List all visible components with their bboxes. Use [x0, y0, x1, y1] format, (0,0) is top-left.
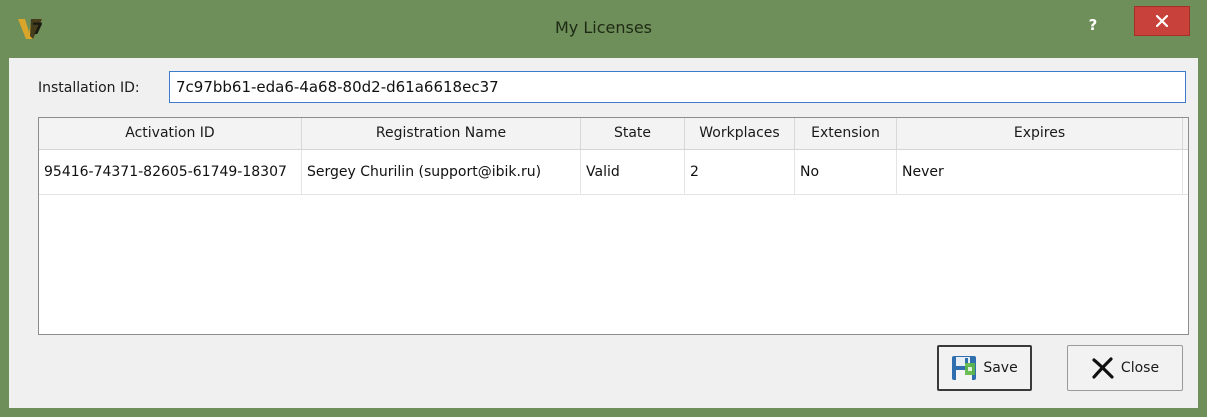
my-licenses-window: 7 My Licenses ? Installation ID: Activat… — [0, 0, 1207, 417]
column-header-registration-name[interactable]: Registration Name — [302, 118, 581, 149]
table-header: Activation ID Registration Name State Wo… — [39, 118, 1188, 150]
close-button[interactable]: Close — [1067, 345, 1183, 391]
column-header-expires[interactable]: Expires — [897, 118, 1183, 149]
close-icon — [1156, 15, 1168, 27]
cell-workplaces: 2 — [685, 150, 795, 194]
window-close-button[interactable] — [1134, 6, 1190, 36]
installation-id-label: Installation ID: — [38, 80, 140, 96]
window-title: My Licenses — [554, 18, 652, 37]
licenses-table: Activation ID Registration Name State Wo… — [38, 117, 1189, 335]
cell-state: Valid — [581, 150, 685, 194]
cell-activation-id: 95416-74371-82605-61749-18307 — [39, 150, 302, 194]
cell-extension: No — [795, 150, 897, 194]
close-button-label: Close — [1120, 360, 1160, 376]
cell-expires: Never — [897, 150, 1183, 194]
installation-id-input[interactable] — [169, 71, 1186, 103]
help-button[interactable]: ? — [1080, 14, 1106, 36]
column-header-workplaces[interactable]: Workplaces — [685, 118, 795, 149]
column-header-activation-id[interactable]: Activation ID — [39, 118, 302, 149]
table-row[interactable]: 95416-74371-82605-61749-18307 Sergey Chu… — [39, 150, 1188, 195]
cell-registration-name: Sergey Churilin (support@ibik.ru) — [302, 150, 581, 194]
title-bar: 7 My Licenses ? — [0, 0, 1207, 58]
column-header-extension[interactable]: Extension — [795, 118, 897, 149]
save-button-label: Save — [983, 360, 1018, 376]
floppy-disk-icon — [951, 355, 977, 381]
x-icon — [1091, 357, 1115, 379]
dialog-body: Installation ID: Activation ID Registrat… — [9, 58, 1198, 408]
save-button[interactable]: Save — [937, 345, 1032, 391]
column-header-state[interactable]: State — [581, 118, 685, 149]
